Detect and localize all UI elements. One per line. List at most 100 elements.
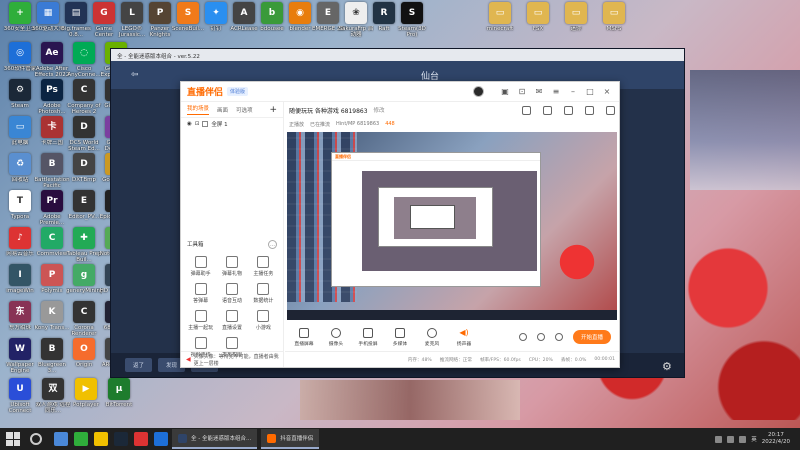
- bg-button-1[interactable]: 返了: [125, 358, 153, 372]
- media-button[interactable]: 多媒体: [389, 327, 411, 347]
- search-icon[interactable]: [30, 433, 42, 445]
- tool-item[interactable]: 语音互动: [216, 283, 247, 304]
- app-icon: g: [73, 264, 95, 286]
- minimize-icon[interactable]: –: [567, 86, 579, 98]
- app-icon: ▭: [527, 2, 549, 24]
- microphone-button[interactable]: 麦克风: [421, 327, 443, 347]
- steam-icon[interactable]: [114, 432, 128, 446]
- settings-gear-icon[interactable]: ⚙: [662, 360, 676, 374]
- volume-icon[interactable]: [739, 435, 747, 443]
- desktop-icon[interactable]: 双双人游戏 远程同乐...: [35, 378, 71, 422]
- desktop-icon-label: BitTorrent: [105, 402, 133, 408]
- scene-checkbox[interactable]: [202, 121, 209, 127]
- desktop-icon[interactable]: ▭ minecraft: [482, 2, 518, 46]
- preview-app-window: 直播伴侣: [331, 152, 541, 287]
- desktop-icon[interactable]: W Wallpaper Engine: [2, 338, 38, 382]
- app-icon: B: [41, 338, 63, 360]
- system-tray: 英 20:17 2022/4/20: [715, 432, 800, 446]
- desktop-icon[interactable]: ▭ MSFS: [596, 2, 632, 46]
- tab-canvas[interactable]: 画面: [217, 106, 228, 114]
- toolbox-more-icon[interactable]: …: [268, 240, 277, 249]
- app-icon: Pr: [41, 190, 63, 212]
- clock[interactable]: 20:17 2022/4/20: [762, 432, 790, 446]
- tool-item[interactable]: 主播任务: [248, 256, 279, 277]
- tool-item[interactable]: 小游戏: [248, 310, 279, 331]
- network-icon[interactable]: [727, 435, 735, 443]
- add-scene-button[interactable]: +: [269, 105, 277, 115]
- phone-cast-button[interactable]: 手机投屏: [357, 327, 379, 347]
- speaker-button[interactable]: ◀) 扬声器: [453, 328, 475, 347]
- back-arrow-icon[interactable]: ⇦: [131, 70, 139, 80]
- desktop-icon-label: Bluegreen 3...: [37, 362, 67, 374]
- screen-capture-button[interactable]: 直播屏幕: [293, 327, 315, 347]
- windows-taskbar: 全 - 全能迷惑版本组合... 抖音直播伴侣 英 20:17 2022/4/20: [0, 428, 800, 450]
- browser-icon[interactable]: [154, 432, 168, 446]
- tool-item[interactable]: 弹幕助手: [185, 256, 216, 277]
- desktop-icon-label: generyMining: [66, 288, 102, 294]
- close-icon[interactable]: ×: [601, 86, 613, 98]
- wechat-icon[interactable]: [74, 432, 88, 446]
- shirt-icon[interactable]: ▣: [499, 86, 511, 98]
- home-icon[interactable]: [522, 105, 531, 115]
- tool-icon: [225, 337, 238, 349]
- meta-streaming: 已在推流: [310, 121, 331, 128]
- edit-room-link[interactable]: 修改: [374, 106, 385, 114]
- windows-start-icon[interactable]: [6, 432, 20, 446]
- desktop-icon[interactable]: O Origin: [66, 338, 102, 382]
- preview-app-logo: 直播伴侣: [332, 153, 540, 161]
- share-icon[interactable]: [543, 105, 552, 115]
- tray-app-icon[interactable]: [715, 435, 723, 443]
- taskbar-app-streamer[interactable]: 抖音直播伴侣: [261, 429, 320, 449]
- tool-item[interactable]: 主播一起玩: [185, 310, 216, 331]
- notice-text[interactable]: 头像头像：等待完毕可能，直播者由我 更上一层楼: [194, 353, 283, 367]
- desktop-icon[interactable]: ▭ FSX: [520, 2, 556, 46]
- start-stream-button[interactable]: 开始直播: [572, 330, 611, 344]
- settings-icon[interactable]: [554, 333, 563, 341]
- folder-icon[interactable]: [94, 432, 108, 446]
- tool-item[interactable]: 数据统计: [248, 283, 279, 304]
- tab-my-scenes[interactable]: 我的场景: [187, 104, 210, 115]
- app-icon: O: [73, 338, 95, 360]
- scene-tabs: 我的场景 画面 可选项 +: [181, 102, 283, 118]
- microphone-icon: [427, 327, 437, 338]
- desktop-icon[interactable]: S Steam(3D Pro): [394, 2, 430, 46]
- record-icon[interactable]: [518, 333, 527, 341]
- eye-preview-icon[interactable]: [536, 333, 545, 341]
- message-icon[interactable]: ✉: [533, 86, 545, 98]
- version-badge[interactable]: 体验版: [227, 87, 249, 96]
- desktop-icon-label: Steam(3D Pro): [398, 26, 426, 38]
- stream-preview[interactable]: 直播伴侣: [287, 132, 617, 320]
- input-language[interactable]: 英: [751, 435, 757, 443]
- tool-item[interactable]: 答弹幕: [185, 283, 216, 304]
- eye-icon[interactable]: ◉: [187, 121, 192, 127]
- lock-room-icon[interactable]: [585, 105, 594, 115]
- tool-item[interactable]: 弹幕礼物: [216, 256, 247, 277]
- lock-small-icon[interactable]: ⊡: [195, 121, 200, 127]
- task-view-icon[interactable]: [54, 432, 68, 446]
- user-avatar[interactable]: [473, 86, 484, 97]
- maximize-icon[interactable]: □: [584, 86, 596, 98]
- desktop-icon[interactable]: µ BitTorrent: [101, 378, 137, 422]
- menu-icon[interactable]: ≡: [550, 86, 562, 98]
- tab-options[interactable]: 可选项: [236, 106, 253, 114]
- desktop-icon[interactable]: U Ubisoft Connect: [2, 378, 38, 422]
- scene-item[interactable]: ◉ ⊡ 全屏 1: [181, 118, 283, 130]
- speaker-label: 扬声器: [456, 341, 472, 347]
- taskbar-app-bg[interactable]: 全 - 全能迷惑版本组合...: [172, 429, 258, 449]
- music-icon[interactable]: [134, 432, 148, 446]
- desktop-icon[interactable]: ▭ 迷你: [558, 2, 594, 46]
- status-cpu: CPU：20%: [528, 357, 553, 363]
- tool-label: 直播设置: [221, 325, 242, 331]
- desktop-icon[interactable]: B Bluegreen 3...: [34, 338, 70, 382]
- tool-icon: [194, 310, 207, 322]
- desktop-icon[interactable]: ▶ Potplayer: [68, 378, 104, 422]
- gift-icon[interactable]: [564, 105, 573, 115]
- tool-item[interactable]: 直播设置: [216, 310, 247, 331]
- app-icon: ◉: [289, 2, 311, 24]
- desktop-icon-label: Ubisoft Connect: [8, 402, 32, 414]
- lock-icon[interactable]: ⊡: [516, 86, 528, 98]
- app-icon: P: [41, 264, 63, 286]
- forward-icon[interactable]: [606, 105, 615, 115]
- status-duration: 00:00:01: [594, 357, 615, 362]
- camera-button[interactable]: 摄像头: [325, 327, 347, 347]
